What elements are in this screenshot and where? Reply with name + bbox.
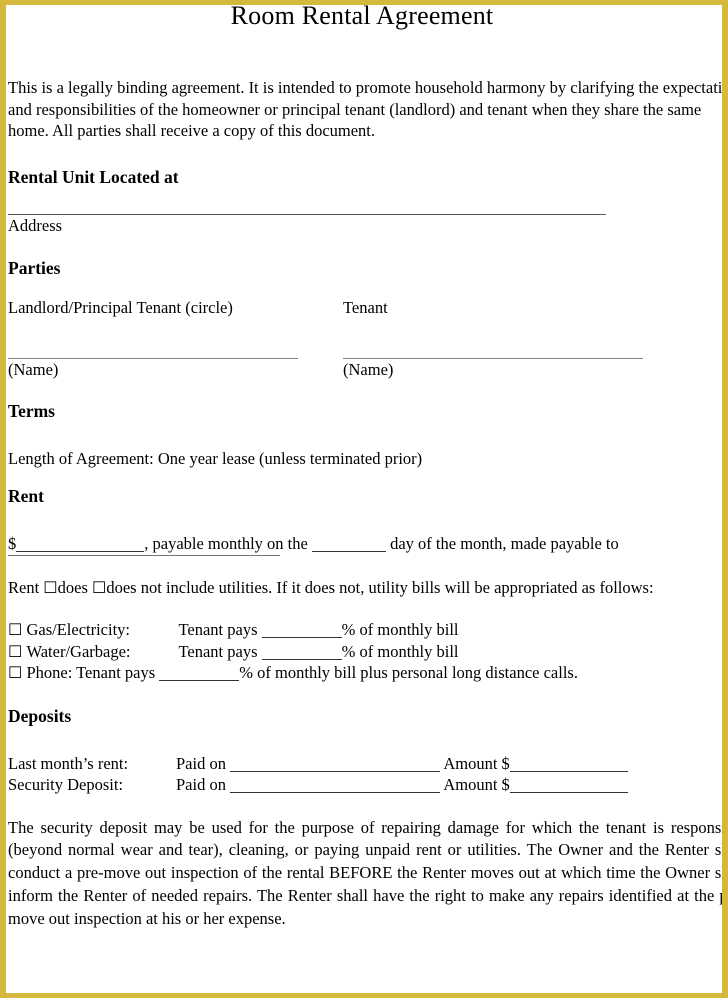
rent-amount-input[interactable] bbox=[16, 536, 145, 552]
utility-suffix-water: % of monthly bill bbox=[341, 641, 459, 661]
deposit-amount-input-security[interactable] bbox=[509, 777, 628, 793]
checkbox-water-garbage[interactable]: ☐ bbox=[8, 644, 22, 661]
tenant-name-column: (Name) bbox=[343, 357, 643, 380]
utility-row-phone: ☐ Phone: Tenant pays % of monthly bill p… bbox=[8, 662, 722, 684]
deposit-paid-on-input-last-month[interactable] bbox=[230, 756, 441, 772]
checkbox-does[interactable]: ☐ bbox=[43, 580, 57, 597]
deposit-row-security: Security Deposit: Paid on Amount $ bbox=[8, 774, 722, 796]
parties-labels-row: Landlord/Principal Tenant (circle) Tenan… bbox=[8, 297, 708, 318]
utility-label-gas: Gas/Electricity: bbox=[26, 620, 131, 639]
currency-symbol: $ bbox=[8, 534, 17, 553]
page-title: Room Rental Agreement bbox=[230, 1, 494, 30]
does-label: does bbox=[57, 577, 88, 597]
parties-name-lines-row: (Name) (Name) bbox=[8, 357, 708, 380]
deposit-paid-on-label-security: Paid on bbox=[176, 775, 226, 794]
landlord-label: Landlord/Principal Tenant (circle) bbox=[8, 297, 233, 317]
utility-suffix-phone: % of monthly bill plus personal long dis… bbox=[239, 663, 578, 682]
utility-label-water: Water/Garbage: bbox=[26, 641, 131, 661]
checkbox-gas-electricity[interactable]: ☐ bbox=[8, 622, 22, 639]
section-heading-rental-unit: Rental Unit Located at bbox=[8, 166, 179, 187]
section-heading-parties: Parties bbox=[8, 257, 61, 278]
rent-amount-line: $ , payable monthly on the day of the mon… bbox=[8, 533, 722, 555]
document-content: Room Rental Agreement This is a legally … bbox=[6, 1, 728, 930]
checkbox-does-not[interactable]: ☐ bbox=[92, 580, 106, 597]
landlord-name-caption: (Name) bbox=[8, 359, 59, 379]
utility-row-gas: ☐ Gas/Electricity: Tenant pays % of month… bbox=[8, 619, 722, 641]
deposit-label-security: Security Deposit: bbox=[8, 775, 124, 794]
utility-label-phone: Phone: Tenant pays bbox=[26, 663, 156, 682]
section-heading-rent: Rent bbox=[8, 486, 44, 506]
utility-suffix-gas: % of monthly bill bbox=[341, 620, 459, 639]
rent-payable-text: , payable monthly on the bbox=[144, 534, 308, 553]
deposit-row-last-month: Last month’s rent: Paid on Amount $ bbox=[8, 753, 722, 775]
deposit-paid-on-label-last-month: Paid on bbox=[176, 753, 226, 773]
rent-day-input[interactable] bbox=[311, 536, 386, 552]
rent-day-text: day of the month, made payable to bbox=[390, 534, 619, 553]
intro-paragraph: This is a legally binding agreement. It … bbox=[8, 78, 728, 140]
section-heading-deposits: Deposits bbox=[8, 705, 72, 726]
deposit-label-last-month: Last month’s rent: bbox=[8, 753, 129, 773]
document-page: Room Rental Agreement This is a legally … bbox=[0, 0, 728, 998]
rent-utilities-line: Rent ☐does ☐does not include utilities. … bbox=[8, 577, 722, 599]
section-heading-terms: Terms bbox=[8, 400, 55, 421]
landlord-name-column: (Name) bbox=[8, 357, 343, 380]
address-caption: Address bbox=[8, 215, 63, 235]
utility-percent-input-phone[interactable] bbox=[159, 665, 240, 681]
utility-percent-input-water[interactable] bbox=[261, 644, 342, 660]
deposit-amount-label-last-month: Amount $ bbox=[443, 753, 510, 773]
utility-row-water: ☐ Water/Garbage: Tenant pays % of monthly… bbox=[8, 641, 722, 663]
does-not-label: does not include utilities. If it does n… bbox=[106, 577, 654, 597]
deposit-amount-label-security: Amount $ bbox=[443, 775, 510, 794]
terms-length-text: Length of Agreement: One year lease (unl… bbox=[8, 448, 423, 468]
tenant-name-caption: (Name) bbox=[343, 359, 394, 379]
utility-pays-text-gas: Tenant pays bbox=[178, 620, 258, 639]
tenant-column: Tenant bbox=[343, 297, 643, 318]
deposit-paid-on-input-security[interactable] bbox=[230, 777, 441, 793]
checkbox-phone[interactable]: ☐ bbox=[8, 665, 22, 682]
rent-utilities-prefix: Rent bbox=[8, 577, 40, 597]
deposit-amount-input-last-month[interactable] bbox=[509, 756, 628, 772]
landlord-column: Landlord/Principal Tenant (circle) bbox=[8, 297, 343, 318]
utility-percent-input-gas[interactable] bbox=[261, 622, 342, 638]
security-deposit-paragraph: The security deposit may be used for the… bbox=[8, 817, 728, 928]
tenant-label: Tenant bbox=[343, 297, 388, 317]
utility-pays-text-water: Tenant pays bbox=[178, 641, 258, 661]
